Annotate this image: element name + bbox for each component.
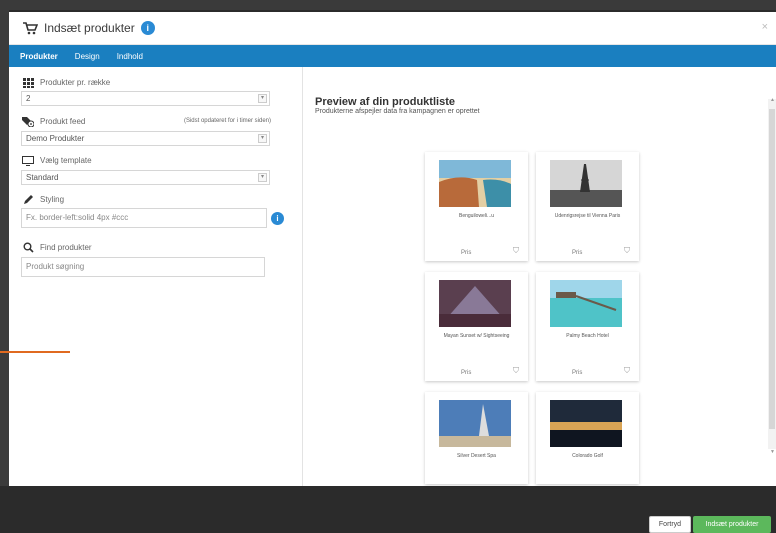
pencil-icon [22,194,34,205]
search-placeholder: Produkt søgning [26,262,85,271]
window-top-bar [0,0,776,10]
template-label-text: Vælg template [40,156,92,165]
dialog-title: Indsæt produkter [44,21,135,35]
dialog-body: Produkter pr. række 2 ▾ Produkt feed (Si… [9,67,776,533]
product-card[interactable]: Palmy Beach Hotel Pris ⛉ [536,272,639,381]
search-label: Find produkter [22,242,92,253]
styling-label: Styling [22,194,64,205]
product-name: Udenrigsrejse til Vienna Paris [554,213,621,219]
feed-tags-icon [22,116,34,127]
product-card[interactable]: Mayan Sunset w/ Sightseeing Pris ⛉ [425,272,528,381]
tab-indhold[interactable]: Indhold [117,52,143,61]
chevron-down-icon: ▾ [258,134,267,143]
shopping-cart-icon [23,21,38,35]
product-price: Pris [572,250,583,256]
product-name: Mayan Sunset w/ Sightseeing [443,333,510,339]
tab-bar: Produkter Design Indhold [9,45,776,67]
insert-products-dialog: Indsæt produkter i × Produkter Design In… [9,12,776,533]
product-search-input[interactable]: Produkt søgning [21,257,265,277]
feed-value: Demo Produkter [26,134,85,143]
insert-products-button[interactable]: Indsæt produkter [693,516,771,533]
preview-panel: Preview af din produktliste Produkterne … [304,67,776,533]
info-badge-icon[interactable]: i [140,21,155,35]
product-card[interactable]: Udenrigsrejse til Vienna Paris Pris ⛉ [536,152,639,261]
preview-scrollbar[interactable] [768,99,776,449]
template-label: Vælg template [22,155,92,166]
orange-accent-line [0,351,70,353]
left-edge-stripe [0,10,9,486]
template-value: Standard [26,173,59,182]
per-row-label: Produkter pr. række [22,77,110,88]
screen-background: Indsæt produkter i × Produkter Design In… [0,0,776,533]
product-name: Colorado Golf [572,453,603,459]
styling-label-text: Styling [40,195,65,204]
chevron-down-icon: ▾ [258,94,267,103]
per-row-select[interactable]: 2 ▾ [21,91,270,106]
product-price: Pris [461,370,472,376]
styling-input[interactable]: Fx. border-left:solid 4px #ccc [21,208,267,228]
grid-icon [22,77,34,88]
feed-label-text: Produkt feed [40,117,86,126]
product-card[interactable]: Benguiloweli...u Pris ⛉ [425,152,528,261]
info-icon[interactable]: i [271,212,284,225]
product-name: Palmy Beach Hotel [566,333,609,339]
close-icon[interactable]: × [762,21,768,33]
tag-icon: ⛉ [513,366,519,375]
product-price: Pris [572,370,583,376]
product-image [439,280,511,327]
product-image [439,160,511,207]
per-row-label-text: Produkter pr. række [40,78,111,87]
settings-form: Produkter pr. række 2 ▾ Produkt feed (Si… [9,67,303,486]
tag-icon: ⛉ [624,246,630,255]
product-image [550,280,622,327]
search-label-text: Find produkter [40,243,92,252]
per-row-value: 2 [26,94,31,103]
styling-placeholder: Fx. border-left:solid 4px #ccc [26,213,129,222]
tab-produkter[interactable]: Produkter [20,52,58,61]
template-select[interactable]: Standard ▾ [21,170,270,185]
product-card[interactable]: Silver Desert Spa [425,392,528,484]
product-image [550,400,622,447]
search-icon [22,242,34,253]
feed-updated-hint: (Sidst opdateret for i timer siden) [183,118,271,124]
scrollbar-thumb[interactable] [769,109,775,429]
preview-title: Preview af din produktliste [315,96,455,108]
product-name: Benguiloweli...u [458,213,495,219]
product-image [550,160,622,207]
chevron-down-icon: ▾ [258,173,267,182]
dialog-header: Indsæt produkter i × [9,12,776,45]
scroll-up-arrow-icon[interactable]: ▲ [770,97,775,103]
scroll-down-arrow-icon[interactable]: ▼ [770,449,775,455]
tag-icon: ⛉ [513,246,519,255]
monitor-icon [22,155,34,166]
preview-subtitle: Produkterne afspejler data fra kampagnen… [315,108,480,115]
product-price: Pris [461,250,472,256]
feed-select[interactable]: Demo Produkter ▾ [21,131,270,146]
tab-design[interactable]: Design [75,52,100,61]
tag-icon: ⛉ [624,366,630,375]
feed-label: Produkt feed [22,116,85,127]
product-name: Silver Desert Spa [457,453,496,459]
product-image [439,400,511,447]
product-card[interactable]: Colorado Golf [536,392,639,484]
cancel-button[interactable]: Fortryd [649,516,691,533]
